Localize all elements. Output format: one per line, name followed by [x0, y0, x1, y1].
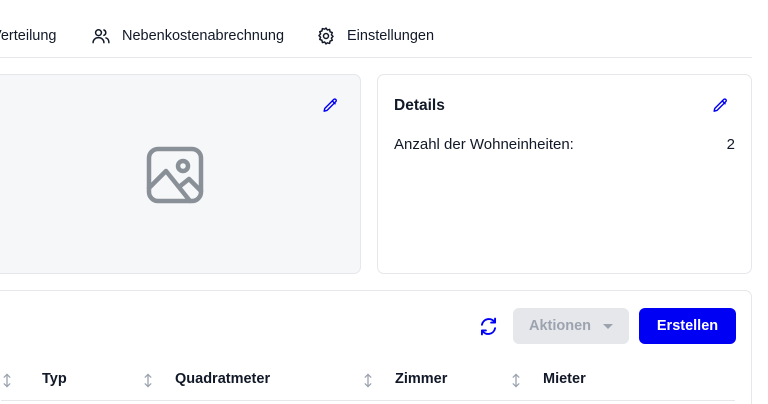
tab-label: Nebenkostenabrechnung — [122, 28, 285, 44]
caret-down-icon — [603, 323, 614, 329]
refresh-button[interactable] — [477, 315, 499, 337]
tab-bar: Verteilung Nebenkostenabrechnung Einstel… — [0, 0, 752, 58]
tab-nebenkostenabrechnung[interactable]: Nebenkostenabrechnung — [91, 25, 284, 47]
units-table-card: Aktionen Erstellen Typ Quadratmeter Zimm… — [0, 290, 752, 404]
edit-image-button[interactable] — [320, 95, 340, 115]
actions-label: Aktionen — [528, 318, 592, 334]
tab-label: Einstellungen — [347, 28, 435, 44]
image-placeholder-icon — [146, 146, 204, 204]
gear-icon — [316, 26, 336, 46]
table-header: Typ Quadratmeter Zimmer Mieter — [1, 363, 735, 401]
column-header-zimmer[interactable]: Zimmer — [395, 371, 447, 387]
image-card — [0, 74, 361, 274]
pencil-icon — [322, 97, 337, 112]
actions-dropdown-button[interactable]: Aktionen — [513, 308, 629, 344]
sort-icon[interactable] — [142, 372, 154, 388]
column-header-quadratmeter[interactable]: Quadratmeter — [175, 371, 270, 387]
pencil-icon — [712, 97, 727, 112]
column-header-mieter[interactable]: Mieter — [543, 371, 586, 387]
refresh-icon — [480, 317, 496, 335]
units-count-value: 2 — [726, 136, 735, 153]
details-card: Details Anzahl der Wohneinheiten: 2 — [377, 74, 752, 274]
column-header-typ[interactable]: Typ — [42, 371, 67, 387]
users-icon — [91, 26, 111, 46]
details-title: Details — [394, 97, 445, 114]
sort-icon[interactable] — [1, 372, 13, 388]
units-count-label: Anzahl der Wohneinheiten: — [394, 136, 574, 153]
sort-icon[interactable] — [510, 372, 522, 388]
create-button[interactable]: Erstellen — [639, 308, 736, 344]
edit-details-button[interactable] — [710, 95, 730, 115]
sort-icon[interactable] — [362, 372, 374, 388]
tab-einstellungen[interactable]: Einstellungen — [316, 25, 434, 47]
tab-label: Verteilung — [0, 28, 57, 44]
tab-verteilung[interactable]: Verteilung — [0, 25, 57, 47]
